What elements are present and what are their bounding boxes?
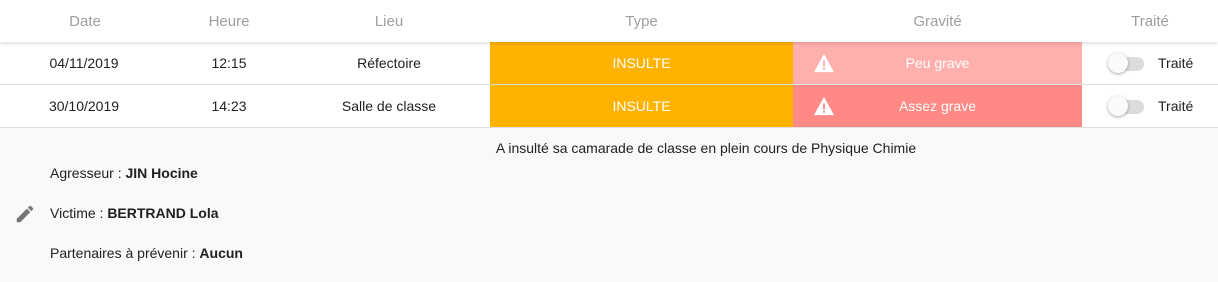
cell-date: 04/11/2019 (49, 55, 119, 71)
cell-heure: 12:15 (211, 55, 247, 71)
gravite-label: Peu grave (905, 55, 970, 71)
traite-toggle[interactable]: Traité (1108, 42, 1218, 84)
toggle-thumb[interactable] (1108, 96, 1128, 116)
victime-line: Victime : BERTRAND Lola (50, 205, 219, 221)
victime-label: Victime : (50, 205, 108, 221)
agresseur-value: JIN Hocine (125, 165, 198, 181)
cell-lieu: Réfectoire (357, 55, 421, 71)
cell-heure: 14:23 (211, 98, 247, 114)
header-gravite[interactable]: Gravité (793, 0, 1082, 42)
type-badge: INSULTE (490, 42, 793, 84)
type-badge: INSULTE (490, 85, 793, 127)
table-header: Date Heure Lieu Type Gravité Traité (0, 0, 1218, 42)
incident-details: A insulté sa camarade de classe en plein… (0, 128, 1218, 282)
header-date[interactable]: Date (0, 0, 170, 42)
gravite-badge: Peu grave (793, 42, 1082, 84)
traite-toggle[interactable]: Traité (1108, 85, 1218, 127)
partenaires-label: Partenaires à prévenir : (50, 245, 200, 261)
pencil-icon[interactable] (14, 203, 36, 225)
agresseur-label: Agresseur : (50, 165, 126, 181)
table-row[interactable]: 30/10/2019 14:23 Salle de classe INSULTE… (0, 85, 1218, 128)
traite-label: Traité (1158, 55, 1194, 71)
header-heure[interactable]: Heure (170, 0, 288, 42)
cell-lieu: Salle de classe (341, 98, 437, 114)
header-lieu[interactable]: Lieu (288, 0, 490, 42)
gravite-badge: Assez grave (793, 85, 1082, 127)
victime-value: BERTRAND Lola (107, 205, 219, 221)
toggle-thumb[interactable] (1108, 53, 1128, 73)
header-type[interactable]: Type (490, 0, 793, 42)
partenaires-line: Partenaires à prévenir : Aucun (50, 245, 243, 261)
cell-date: 30/10/2019 (48, 98, 120, 114)
gravite-label: Assez grave (898, 98, 977, 114)
traite-label: Traité (1158, 98, 1194, 114)
agresseur-line: Agresseur : JIN Hocine (50, 165, 198, 181)
incident-description: A insulté sa camarade de classe en plein… (495, 140, 917, 156)
partenaires-value: Aucun (199, 245, 243, 261)
header-traite[interactable]: Traité (1082, 0, 1218, 42)
table-row[interactable]: 04/11/2019 12:15 Réfectoire INSULTE Peu … (0, 42, 1218, 85)
